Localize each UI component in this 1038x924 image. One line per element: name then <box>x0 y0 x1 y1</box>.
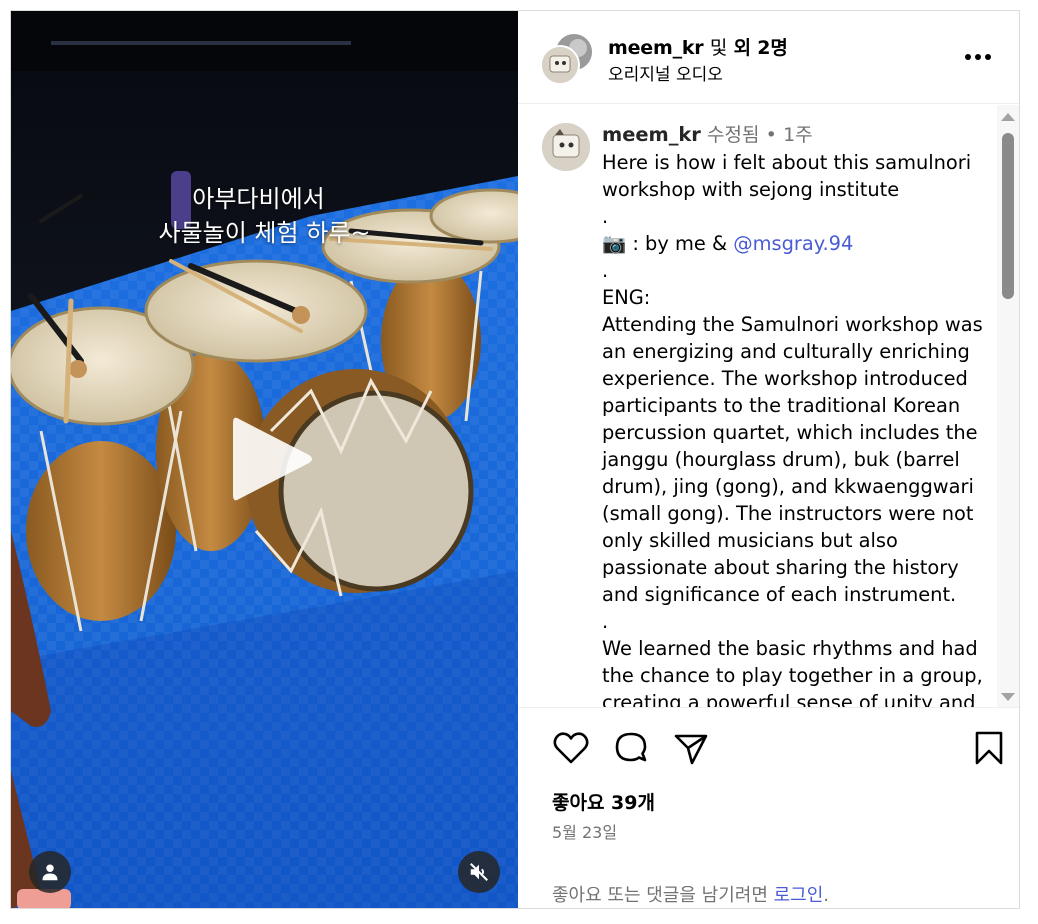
share-button[interactable] <box>671 728 711 768</box>
caption-line: passionate about sharing the history <box>602 556 959 579</box>
play-icon <box>233 417 312 501</box>
video-caption-line-1: 아부다비에서 <box>192 185 325 213</box>
caption-line: ENG: <box>602 286 651 309</box>
tagged-users-button[interactable] <box>29 851 71 893</box>
scrollbar-thumb[interactable] <box>1002 133 1014 299</box>
like-button[interactable] <box>551 728 591 768</box>
play-button[interactable] <box>221 409 321 509</box>
caption-scroll-area[interactable]: meem_kr 수정됨 • 1주 Here is how i felt abou… <box>518 105 1019 707</box>
owner-avatar <box>540 45 580 85</box>
person-icon <box>42 864 58 881</box>
caption-line: participants to the traditional Korean <box>602 394 961 417</box>
volume-muted-icon <box>470 863 488 881</box>
caption-line: We learned the basic rhythms and had <box>602 637 978 660</box>
header-username[interactable]: meem_kr <box>608 37 704 59</box>
caption-avatar[interactable] <box>542 123 590 171</box>
caption-meta-line: meem_kr 수정됨 • 1주 <box>602 121 980 149</box>
caption-line: creating a powerful sense of unity and <box>602 691 976 707</box>
post-side-panel: meem_kr 및 외 2명 오리지널 오디오 meem_kr 수정됨 • 1주… <box>518 11 1019 908</box>
caption-line: Here is how i felt about this samulnori <box>602 151 972 174</box>
post-date[interactable]: 5월 23일 <box>552 819 617 843</box>
bookmark-icon <box>975 731 1003 765</box>
caption-credit-line: 📷 : by me & @msgray.94 <box>602 230 980 257</box>
header-title: meem_kr 및 외 2명 <box>608 33 788 60</box>
post-dialog: 아부다비에서 사물놀이 체험 하루~ meem_kr 및 외 2명 오리지널 오… <box>10 10 1020 909</box>
heart-icon <box>553 732 589 764</box>
caption-line: drum), jing (gong), and kkwaenggwari <box>602 475 974 498</box>
login-prompt-suffix: . <box>823 885 830 906</box>
more-options-icon <box>965 54 991 60</box>
post-header: meem_kr 및 외 2명 오리지널 오디오 <box>518 11 1019 104</box>
caption-line: . <box>602 610 609 633</box>
video-caption-line-2: 사물놀이 체험 하루~ <box>158 219 371 247</box>
caption-line: . <box>602 205 609 228</box>
audio-label[interactable]: 오리지널 오디오 <box>608 60 723 85</box>
caption-line: an energizing and culturally enriching <box>602 340 970 363</box>
more-options-button[interactable] <box>962 43 994 71</box>
caption-line: janggu (hourglass drum), buk (barrel <box>602 448 960 471</box>
post-time[interactable]: 1주 <box>783 124 813 146</box>
caption-text: meem_kr 수정됨 • 1주 Here is how i felt abou… <box>602 121 983 707</box>
collab-avatars[interactable] <box>540 32 594 85</box>
caption-line: and significance of each instrument. <box>602 583 957 606</box>
comment-icon <box>615 732 647 762</box>
header-others[interactable]: 외 2명 <box>734 37 788 59</box>
scroll-down-arrow-icon[interactable] <box>1001 693 1015 701</box>
caption-line: experience. The workshop introduced <box>602 367 968 390</box>
login-prompt-text: 좋아요 또는 댓글을 남기려면 <box>552 885 774 906</box>
header-and: 및 <box>709 37 728 59</box>
caption-username[interactable]: meem_kr <box>602 123 701 146</box>
login-prompt: 좋아요 또는 댓글을 남기려면 로그인. <box>552 881 829 907</box>
video-player[interactable]: 아부다비에서 사물놀이 체험 하루~ <box>11 11 518 908</box>
caption-line: . <box>602 259 609 282</box>
mute-toggle-button[interactable] <box>458 851 500 893</box>
caption-line: (small gong). The instructors were not <box>602 502 974 525</box>
caption-line: workshop with sejong institute <box>602 178 900 201</box>
post-actions: 좋아요 39개 5월 23일 좋아요 또는 댓글을 남기려면 로그인. <box>518 707 1019 908</box>
caption-line: percussion quartet, which includes the <box>602 421 978 444</box>
edited-label: 수정됨 <box>707 124 760 146</box>
caption-line: the chance to play together in a group, <box>602 664 983 687</box>
scroll-up-arrow-icon[interactable] <box>1001 113 1015 121</box>
save-button[interactable] <box>969 728 1009 768</box>
credit-prefix: : by me & <box>626 232 734 255</box>
caption-line: only skilled musicians but also <box>602 529 898 552</box>
camera-emoji-icon: 📷 <box>602 232 627 255</box>
share-icon <box>674 734 708 765</box>
meta-separator: • <box>765 124 777 146</box>
comment-button[interactable] <box>611 728 651 768</box>
caption-line: Attending the Samulnori workshop was <box>602 313 983 336</box>
mention-link[interactable]: @msgray.94 <box>733 232 853 255</box>
login-link[interactable]: 로그인 <box>774 885 824 906</box>
like-count[interactable]: 좋아요 39개 <box>552 788 655 815</box>
